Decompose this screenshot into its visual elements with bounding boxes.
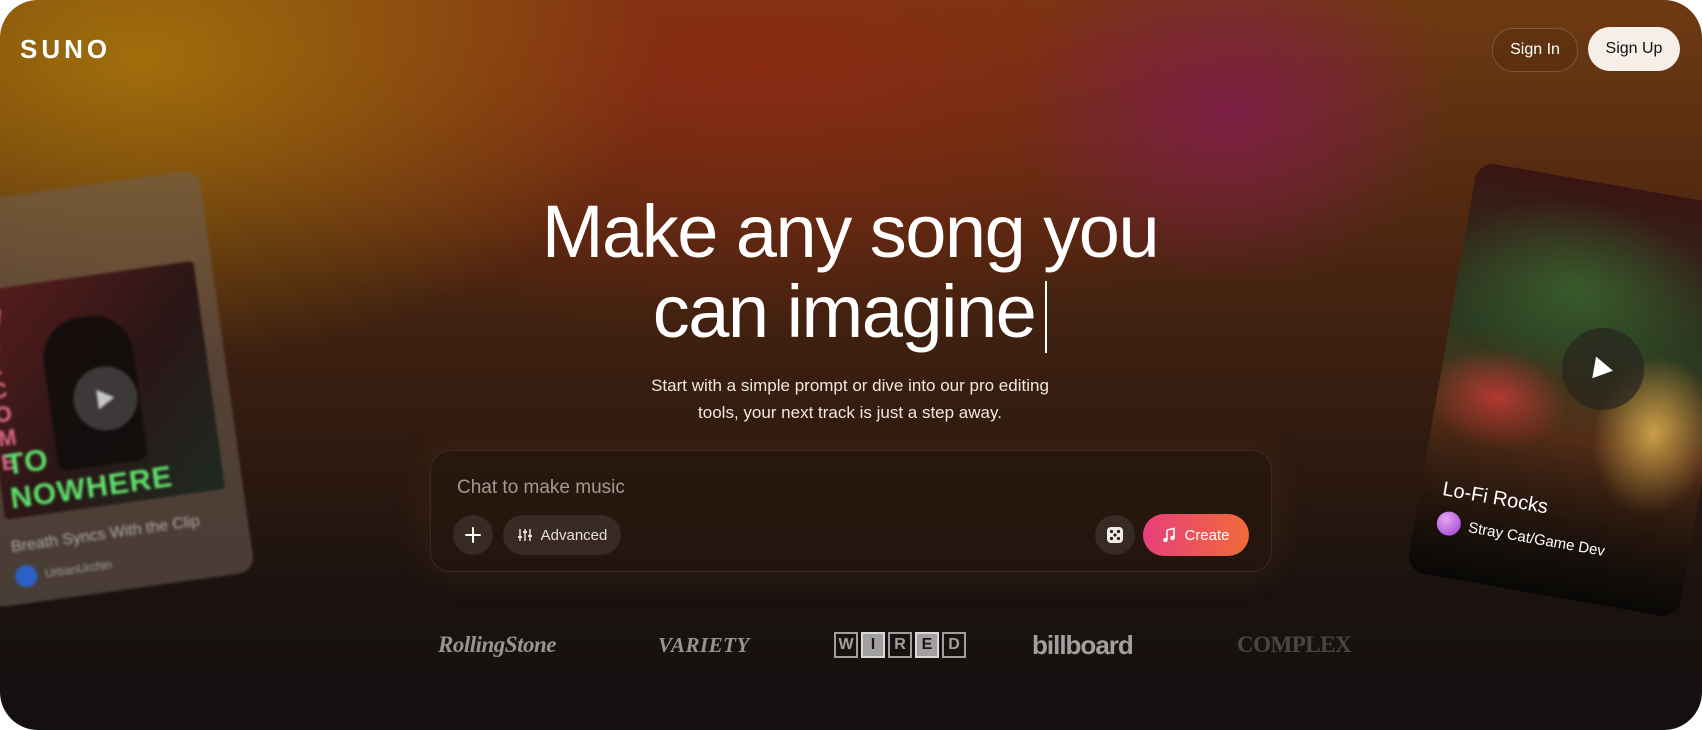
dice-icon (1107, 527, 1123, 543)
featured-song-card-right[interactable]: Lo-Fi Rocks Stray Cat/Game Dev (1405, 161, 1702, 619)
avatar (1434, 509, 1463, 538)
hero-subtitle: Start with a simple prompt or dive into … (600, 372, 1100, 426)
subtitle-line-1: Start with a simple prompt or dive into … (651, 376, 1049, 395)
plus-icon (465, 527, 481, 543)
advanced-label: Advanced (540, 526, 608, 544)
music-prompt-box[interactable]: Chat to make music Advanced Create (430, 450, 1272, 572)
prompt-input[interactable]: Chat to make music (457, 477, 625, 499)
headline-line-2-text: can imagine (652, 270, 1037, 353)
page-frame: SUNO Sign In Sign Up WELCOME TO NOWHERE … (0, 0, 1702, 730)
song-title: Breath Syncs With the Clip (10, 512, 201, 556)
complex-logo: COMPLEX (1237, 632, 1352, 657)
song-author: UrbanUrchin (13, 553, 113, 589)
suno-logo[interactable]: SUNO (20, 34, 111, 65)
create-button[interactable]: Create (1143, 514, 1249, 556)
random-prompt-button[interactable] (1095, 515, 1135, 555)
avatar (13, 563, 39, 589)
artwork-text: TO NOWHERE (3, 443, 175, 516)
press-logos: RollingStone VARIETY WIRED billboard COM… (0, 628, 1702, 662)
variety-logo: VARIETY (658, 632, 750, 657)
sign-in-button[interactable]: Sign In (1492, 28, 1578, 72)
featured-song-card-left[interactable]: WELCOME TO NOWHERE Breath Syncs With the… (0, 169, 255, 609)
headline-line-1: Make any song you (541, 190, 1160, 273)
add-button[interactable] (453, 515, 493, 555)
typing-cursor (1045, 281, 1048, 354)
wired-logo: WIRED (834, 628, 966, 662)
billboard-logo: billboard (1032, 629, 1134, 660)
headline-line-2: can imagine (470, 270, 1230, 354)
song-artwork: WELCOME TO NOWHERE (0, 260, 226, 520)
subtitle-line-2: tools, your next track is just a step aw… (698, 403, 1002, 422)
hero-headline: Make any song you can imagine (470, 190, 1230, 354)
sliders-icon (517, 529, 532, 541)
author-name: UrbanUrchin (44, 557, 113, 581)
music-note-icon (1163, 527, 1176, 543)
rolling-stone-logo: RollingStone (438, 632, 556, 657)
sign-up-button[interactable]: Sign Up (1588, 27, 1680, 71)
advanced-button[interactable]: Advanced (503, 515, 621, 555)
create-label: Create (1184, 526, 1230, 544)
